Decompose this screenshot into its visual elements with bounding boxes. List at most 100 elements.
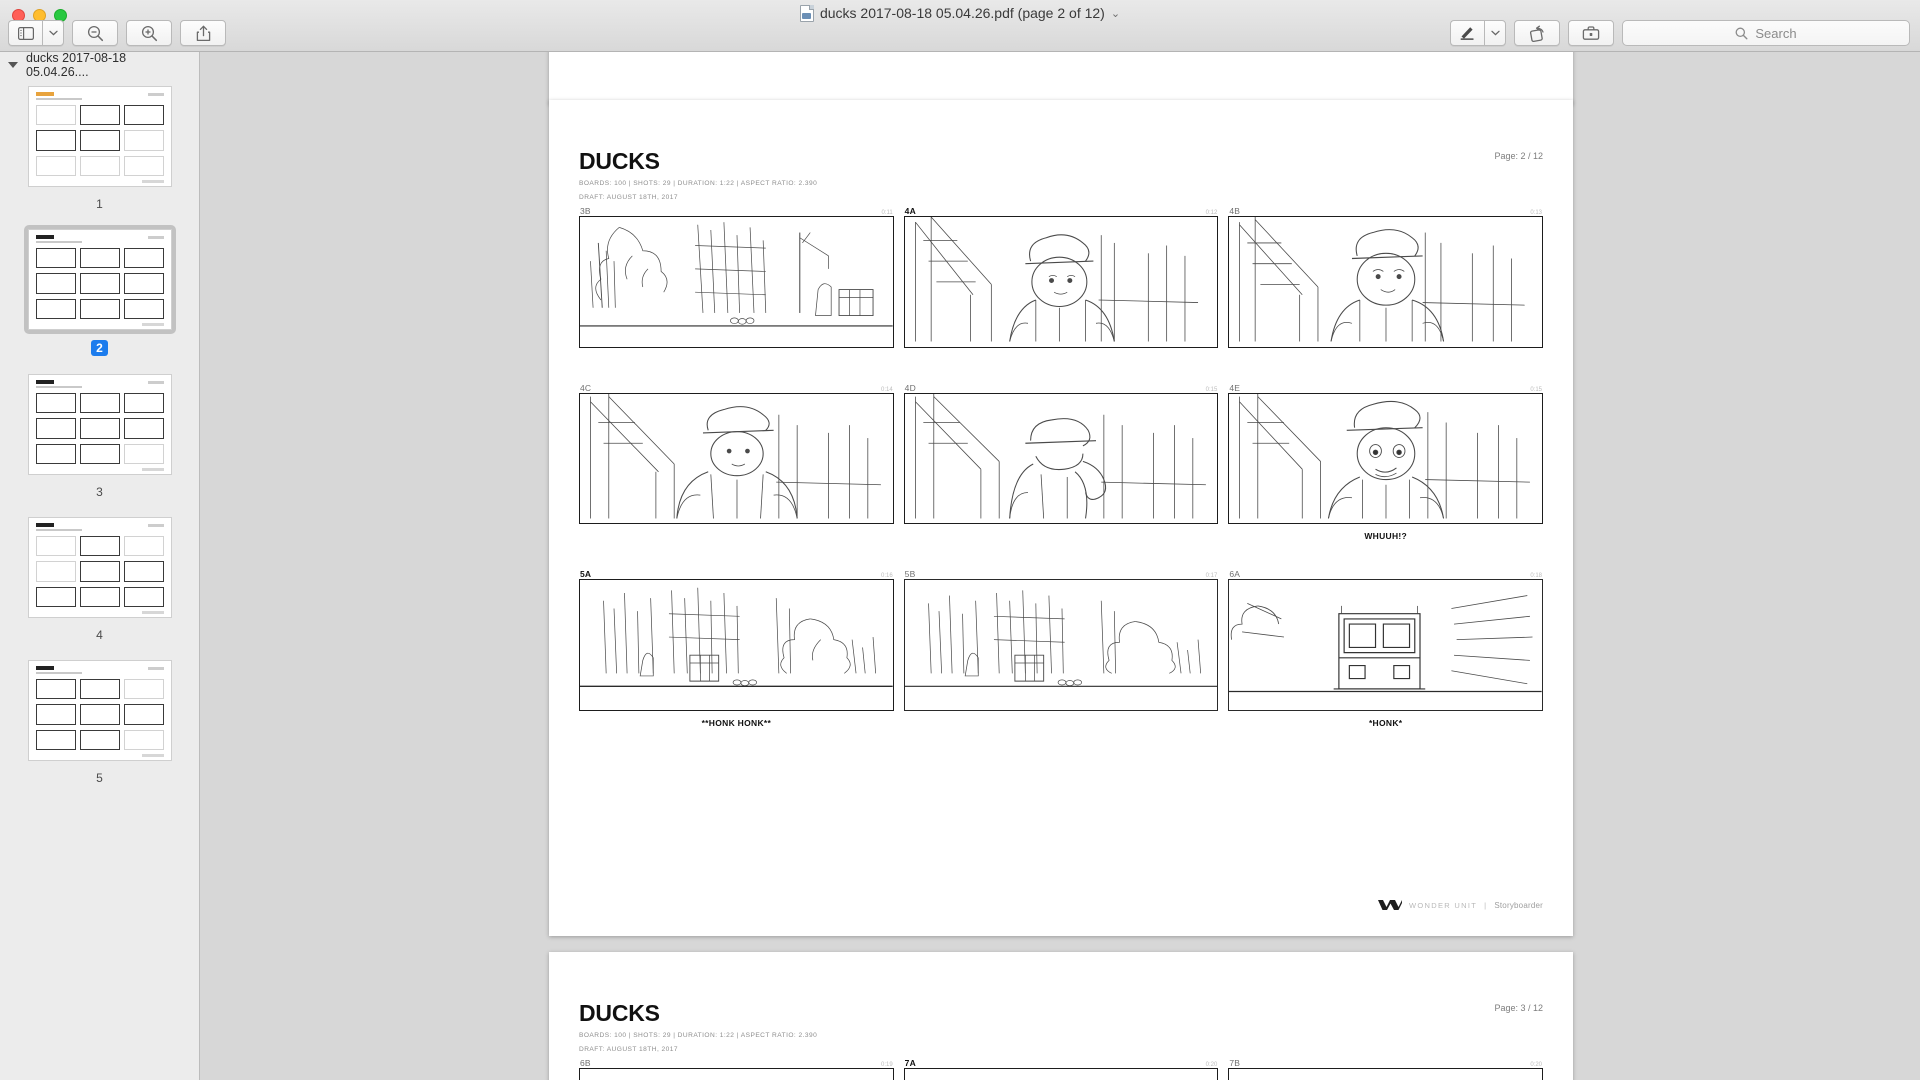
pdf-document-view[interactable]: DUCKS BOARDS: 100 | SHOTS: 29 | DURATION… (201, 52, 1920, 1080)
panel-frame[interactable] (1228, 216, 1544, 348)
toolbox-icon (1582, 26, 1600, 40)
page-number-label: Page: 2 / 12 (1494, 151, 1543, 161)
thumbnail-item[interactable]: 2 (0, 225, 199, 356)
panel-header: 6A 0:18 (1228, 567, 1543, 579)
zoom-out-icon (87, 25, 103, 41)
panel-header: 4D 0:15 (904, 381, 1219, 393)
thumbnail-item[interactable]: 4 (0, 513, 199, 642)
thumbnail-card[interactable] (24, 370, 176, 479)
page-number-label: Page: 3 / 12 (1494, 1003, 1543, 1013)
panel-header: 7B 0:20 (1228, 1056, 1543, 1068)
panel-frame[interactable] (579, 1068, 894, 1080)
panel-frame[interactable] (903, 392, 1219, 525)
thumbnail-page-preview (27, 86, 172, 187)
panel-header: 7A 0:20 (904, 1056, 1219, 1068)
thumbnail-card[interactable] (24, 513, 176, 622)
rotate-button[interactable] (1514, 20, 1560, 46)
shot-id: 6A (1229, 569, 1241, 580)
panel-frame[interactable] (903, 1068, 1219, 1080)
markup-options-button[interactable] (1484, 20, 1506, 46)
thumbnail-item[interactable]: 1 (0, 82, 199, 211)
search-input[interactable]: Search (1622, 20, 1910, 46)
storyboard-panel[interactable]: 5A 0:16 **HONK HONK** (579, 567, 894, 728)
panel-artwork (590, 393, 881, 519)
storyboard-panel[interactable]: 7A 0:20 (903, 1056, 1219, 1080)
storyboard-panel[interactable]: 4C 0:14 (579, 381, 894, 542)
shot-id: 4E (1229, 382, 1241, 393)
panel-header: 5A 0:16 (579, 567, 894, 579)
panel-frame[interactable] (903, 216, 1219, 348)
panel-artwork (580, 222, 893, 327)
search-icon (1735, 27, 1748, 40)
thumbnail-page-number: 3 (96, 485, 103, 499)
shot-id: 5A (580, 569, 592, 580)
panel-frame[interactable] (579, 579, 894, 711)
storyboard-panel[interactable]: 6B 0:19 (579, 1056, 894, 1080)
page-meta-line-2: DRAFT: AUGUST 18TH, 2017 (579, 1046, 678, 1054)
panel-frame[interactable] (1228, 579, 1544, 711)
thumbnail-page-preview (27, 517, 172, 618)
panel-caption: *HONK* (1368, 717, 1403, 728)
storyboard-panel[interactable]: 7B 0:20 (1228, 1056, 1544, 1080)
panel-caption: WHUUH!? (1364, 531, 1408, 542)
thumbnail-item[interactable]: 5 (0, 656, 199, 785)
pdf-page-2[interactable]: DUCKS BOARDS: 100 | SHOTS: 29 | DURATION… (549, 100, 1573, 936)
page-title: DUCKS (579, 1000, 660, 1026)
zoom-in-icon (141, 25, 157, 41)
storyboard-panel[interactable]: 4B 0:13 (1228, 204, 1544, 355)
pdf-page-1-partial (549, 52, 1573, 104)
markup-button[interactable] (1450, 20, 1484, 46)
panel-frame[interactable] (1228, 1068, 1544, 1080)
thumbnail-card[interactable] (24, 82, 176, 191)
storyboard-panel[interactable]: 4E 0:15 WHUUH!? (1228, 381, 1544, 542)
shot-id: 4D (904, 382, 916, 393)
panel-frame[interactable] (903, 579, 1219, 711)
disclosure-triangle-icon[interactable] (8, 62, 18, 68)
sidebar-toggle-button[interactable] (8, 20, 42, 46)
zoom-out-button[interactable] (72, 20, 118, 46)
wonder-unit-logo-icon (1378, 900, 1403, 910)
page-footer: WONDER UNIT | Storyboarder (1378, 900, 1543, 910)
panel-frame[interactable] (1228, 392, 1544, 525)
panel-artwork (1239, 217, 1526, 342)
shot-id: 5B (904, 569, 916, 580)
window-titlebar: ducks 2017-08-18 05.04.26.pdf (page 2 of… (0, 0, 1920, 52)
thumb-pageno-mark (147, 93, 164, 96)
storyboard-panel[interactable]: 6A 0:18 *HONK* (1228, 567, 1544, 728)
storyboard-panel[interactable]: 5B 0:17 (903, 567, 1219, 728)
shot-id: 4C (580, 382, 592, 393)
sidebar-document-name: ducks 2017-08-18 05.04.26.... (26, 52, 127, 79)
footer-product: Storyboarder (1494, 900, 1543, 910)
panel-artwork (914, 393, 1206, 519)
storyboard-panel[interactable]: 4D 0:15 (903, 381, 1219, 542)
title-chevron-down-icon[interactable]: ⌄ (1111, 7, 1120, 20)
sidebar-options-button[interactable] (42, 20, 64, 46)
thumbnail-item[interactable]: 3 (0, 370, 199, 499)
thumbnail-card-selected[interactable] (23, 225, 176, 334)
shot-id: 6B (580, 1058, 591, 1068)
markup-toolbar-button[interactable] (1568, 20, 1614, 46)
panel-header: 6B 0:19 (579, 1056, 894, 1068)
storyboard-panel[interactable]: 3B 0:11 (579, 204, 894, 355)
storyboard-panel[interactable]: 4A 0:12 (903, 204, 1219, 355)
search-placeholder: Search (1755, 25, 1797, 41)
thumbnail-page-preview (27, 660, 172, 761)
rotate-left-icon (1529, 25, 1544, 42)
pdf-page-3[interactable]: DUCKS BOARDS: 100 | SHOTS: 29 | DURATION… (549, 952, 1573, 1080)
share-button[interactable] (180, 20, 226, 46)
chevron-down-icon (1490, 30, 1500, 36)
panel-header: 5B 0:17 (904, 567, 1219, 579)
share-icon (196, 25, 210, 41)
thumbnail-page-preview (27, 374, 172, 475)
thumbnail-sidebar[interactable]: ducks 2017-08-18 05.04.26.... 1 2 3 4 5 (0, 52, 200, 1080)
thumbnail-card[interactable] (24, 656, 176, 765)
sidebar-header[interactable]: ducks 2017-08-18 05.04.26.... (0, 52, 199, 79)
panel-frame[interactable] (579, 216, 894, 348)
thumbnail-list[interactable]: 1 2 3 4 5 (0, 78, 199, 819)
panel-artwork (1239, 393, 1531, 519)
thumbnail-page-preview (27, 229, 172, 330)
page-header: DUCKS BOARDS: 100 | SHOTS: 29 | DURATION… (579, 1000, 1543, 1056)
zoom-in-button[interactable] (126, 20, 172, 46)
panel-header: 3B 0:11 (579, 204, 894, 216)
panel-frame[interactable] (579, 392, 894, 525)
